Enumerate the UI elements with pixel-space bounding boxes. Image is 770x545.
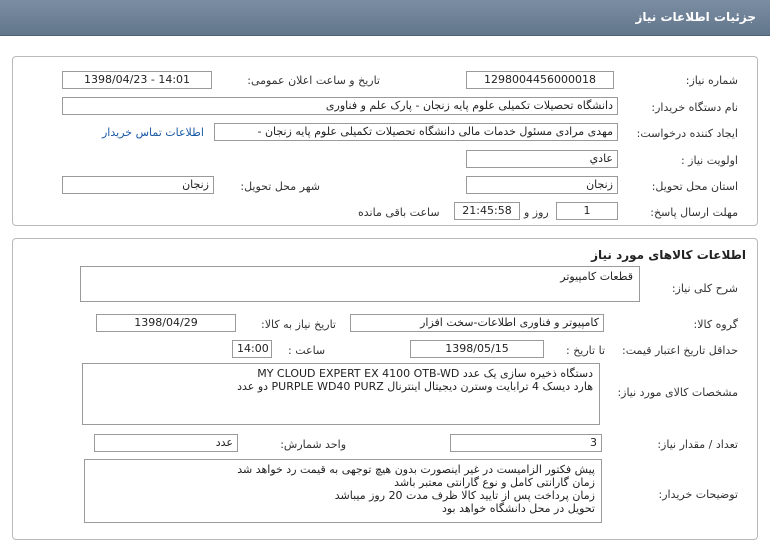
general-desc-text: قطعات کامپیوتر bbox=[560, 270, 633, 283]
qty-label: تعداد / مقدار نیاز: bbox=[657, 438, 738, 451]
buyer-contact-link[interactable]: اطلاعات تماس خریدار bbox=[102, 126, 204, 139]
buyer-field: دانشگاه تحصیلات تکمیلی علوم پایه زنجان -… bbox=[62, 97, 618, 115]
page-title: جزئیات اطلاعات نیاز bbox=[635, 10, 756, 24]
group-label: گروه کالا: bbox=[693, 318, 738, 331]
need-number-field: 1298004456000018 bbox=[466, 71, 614, 89]
buyer-note-line: پیش فکتور الزامیست در غیر اینصورت بدون ه… bbox=[237, 463, 595, 476]
deadline-days-field: 1 bbox=[556, 202, 618, 220]
general-desc-field: قطعات کامپیوتر bbox=[80, 266, 640, 302]
buyer-label: نام دستگاه خریدار: bbox=[651, 101, 738, 114]
province-label: استان محل تحویل: bbox=[651, 180, 738, 193]
goods-section-title: اطلاعات کالاهای مورد نیاز bbox=[591, 248, 746, 262]
specs-field: MY CLOUD EXPERT EX 4100 OTB-WD دستگاه ذخ… bbox=[82, 363, 600, 425]
validity-label: حداقل تاریخ اعتبار قیمت: bbox=[622, 344, 738, 357]
buyer-note-line: زمان پرداخت پس از تایید کالا ظرف مدت 20 … bbox=[334, 489, 595, 502]
creator-field: مهدی مرادی مسئول خدمات مالی دانشگاه تحصی… bbox=[214, 123, 618, 141]
unit-label: واحد شمارش: bbox=[280, 438, 346, 451]
days-and-label: روز و bbox=[524, 206, 549, 219]
unit-field: عدد bbox=[94, 434, 238, 452]
buyer-note-line: زمان گارانتی کامل و نوع گارانتی معتبر با… bbox=[394, 476, 595, 489]
announce-field: 1398/04/23 - 14:01 bbox=[62, 71, 212, 89]
province-field: زنجان bbox=[466, 176, 618, 194]
need-date-label: تاریخ نیاز به کالا: bbox=[261, 318, 336, 331]
deadline-time-field: 21:45:58 bbox=[454, 202, 520, 220]
general-desc-label: شرح کلی نیاز: bbox=[671, 282, 738, 295]
announce-label: تاریخ و ساعت اعلان عمومی: bbox=[247, 74, 380, 87]
specs-label: مشخصات کالای مورد نیاز: bbox=[617, 386, 738, 399]
city-field: زنجان bbox=[62, 176, 214, 194]
until-date-label: تا تاریخ : bbox=[566, 344, 605, 357]
priority-field: عادي bbox=[466, 150, 618, 168]
buyer-notes-label: توضیحات خریدار: bbox=[658, 488, 739, 501]
city-label: شهر محل تحویل: bbox=[240, 180, 320, 193]
remaining-label: ساعت باقی مانده bbox=[358, 206, 440, 219]
need-date-field: 1398/04/29 bbox=[96, 314, 236, 332]
hour-field: 14:00 bbox=[232, 340, 272, 358]
spec-line: هارد دیسک 4 ترابایت وسترن دیجیتال اینترن… bbox=[237, 380, 593, 393]
buyer-note-line: تحویل در محل دانشگاه خواهد بود bbox=[441, 502, 595, 515]
buyer-notes-field: پیش فکتور الزامیست در غیر اینصورت بدون ه… bbox=[84, 459, 602, 523]
deadline-label: مهلت ارسال پاسخ: bbox=[650, 206, 738, 219]
spec-line: MY CLOUD EXPERT EX 4100 OTB-WD دستگاه ذخ… bbox=[257, 367, 593, 380]
creator-label: ایجاد کننده درخواست: bbox=[636, 127, 738, 140]
qty-field: 3 bbox=[450, 434, 602, 452]
page-header: جزئیات اطلاعات نیاز bbox=[0, 0, 770, 36]
group-field: کامپیوتر و فناوری اطلاعات-سخت افزار bbox=[350, 314, 604, 332]
need-number-label: شماره نیاز: bbox=[685, 74, 738, 87]
hour-label: ساعت : bbox=[288, 344, 326, 357]
priority-label: اولویت نیاز : bbox=[680, 154, 738, 167]
until-date-field: 1398/05/15 bbox=[410, 340, 544, 358]
